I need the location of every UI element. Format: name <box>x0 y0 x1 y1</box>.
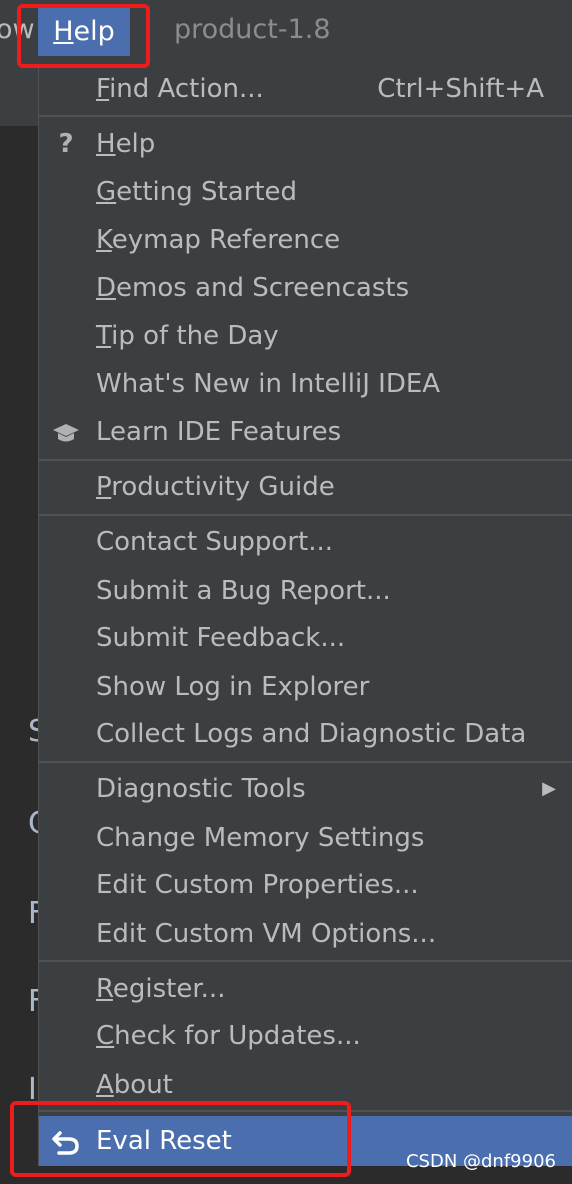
menu-item-keymap-reference[interactable]: Keymap Reference <box>39 217 572 263</box>
menu-item-label: Help <box>96 129 156 159</box>
menu-item-show-log[interactable]: Show Log in Explorer <box>39 664 572 710</box>
menu-item-label: Collect Logs and Diagnostic Data <box>96 719 527 749</box>
menu-item-label: Change Memory Settings <box>96 823 425 853</box>
menu-separator <box>39 761 572 763</box>
menu-item-getting-started[interactable]: Getting Started <box>39 169 572 215</box>
editor-peek-char: I <box>28 1072 37 1107</box>
menu-item-label: Submit Feedback... <box>96 623 346 653</box>
menu-separator <box>39 960 572 962</box>
graduation-cap-icon <box>50 409 82 455</box>
menu-item-label: Edit Custom VM Options... <box>96 919 437 949</box>
menu-item-edit-custom-vm-options[interactable]: Edit Custom VM Options... <box>39 911 572 957</box>
menu-item-productivity-guide[interactable]: Productivity Guide <box>39 464 572 510</box>
menu-item-shortcut: Ctrl+Shift+A <box>377 74 544 104</box>
submenu-arrow-icon: ▶ <box>542 778 556 799</box>
menu-item-label: Demos and Screencasts <box>96 273 410 303</box>
menu-item-label: About <box>96 1070 173 1100</box>
menu-item-about[interactable]: About <box>39 1062 572 1108</box>
menu-item-label: Show Log in Explorer <box>96 672 370 702</box>
menu-bar: ow Help product-1.8 <box>0 0 572 64</box>
menu-item-label: Eval Reset <box>96 1126 232 1156</box>
menu-item-label: Find Action... <box>96 74 264 104</box>
menu-item-label: Getting Started <box>96 177 298 207</box>
menubar-help[interactable]: Help <box>38 8 130 56</box>
menu-item-find-action[interactable]: Find Action... Ctrl+Shift+A <box>39 66 572 112</box>
menu-item-register[interactable]: Register... <box>39 966 572 1012</box>
menu-item-label: Learn IDE Features <box>96 417 342 447</box>
question-mark-icon: ? <box>58 129 74 159</box>
menu-item-submit-bug-report[interactable]: Submit a Bug Report... <box>39 568 572 614</box>
menu-separator <box>39 459 572 461</box>
menu-item-check-for-updates[interactable]: Check for Updates... <box>39 1013 572 1059</box>
undo-arrow-icon <box>50 1116 82 1166</box>
menu-item-label: Keymap Reference <box>96 225 341 255</box>
menu-item-label: Productivity Guide <box>96 472 335 502</box>
project-title: product-1.8 <box>174 14 331 45</box>
menu-item-contact-support[interactable]: Contact Support... <box>39 519 572 565</box>
menu-item-change-memory-settings[interactable]: Change Memory Settings <box>39 815 572 861</box>
menu-item-label: Diagnostic Tools <box>96 774 306 804</box>
menu-item-edit-custom-properties[interactable]: Edit Custom Properties... <box>39 862 572 908</box>
menubar-window-fragment[interactable]: ow <box>0 14 35 45</box>
menu-item-collect-logs[interactable]: Collect Logs and Diagnostic Data <box>39 711 572 757</box>
menu-item-label: Check for Updates... <box>96 1021 361 1051</box>
menu-separator <box>39 115 572 117</box>
menubar-help-label: Help <box>53 16 115 47</box>
menu-item-submit-feedback[interactable]: Submit Feedback... <box>39 615 572 661</box>
menu-item-label: Edit Custom Properties... <box>96 870 419 900</box>
watermark: CSDN @dnf9906 <box>405 1151 556 1172</box>
menu-item-label: Register... <box>96 974 226 1004</box>
menu-item-diagnostic-tools[interactable]: Diagnostic Tools ▶ <box>39 766 572 812</box>
menu-item-label: Contact Support... <box>96 527 333 557</box>
menu-item-label: What's New in IntelliJ IDEA <box>96 369 441 399</box>
help-dropdown-menu: Find Action... Ctrl+Shift+A ? Help Getti… <box>38 64 572 1166</box>
menu-item-learn-ide-features[interactable]: Learn IDE Features <box>39 409 572 455</box>
menu-item-tip-of-the-day[interactable]: Tip of the Day <box>39 313 572 359</box>
menu-separator <box>39 514 572 516</box>
menu-item-label: Tip of the Day <box>96 321 279 351</box>
menu-separator <box>39 1110 572 1112</box>
menu-item-help[interactable]: ? Help <box>39 121 572 167</box>
menu-item-label: Submit a Bug Report... <box>96 576 391 606</box>
menu-item-demos-and-screencasts[interactable]: Demos and Screencasts <box>39 265 572 311</box>
menu-item-whats-new[interactable]: What's New in IntelliJ IDEA <box>39 361 572 407</box>
